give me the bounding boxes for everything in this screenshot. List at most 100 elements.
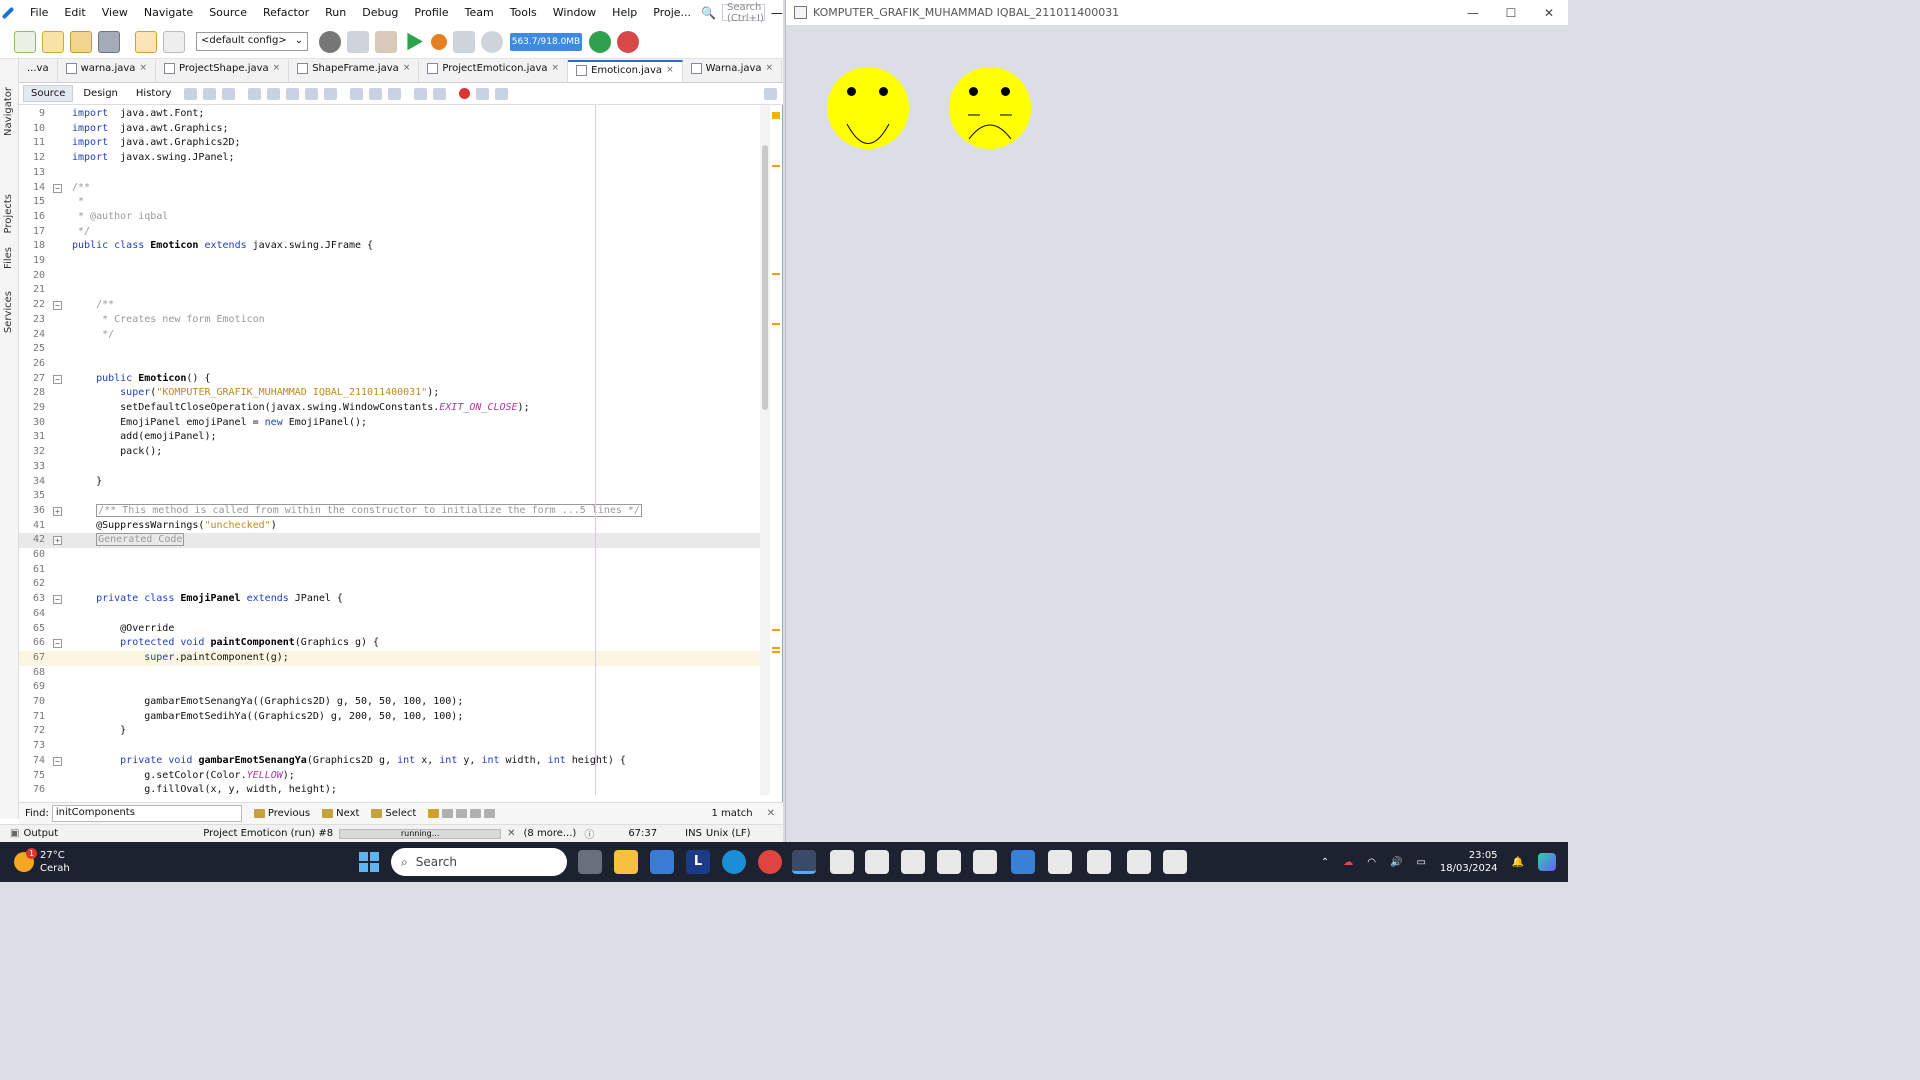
menu-team[interactable]: Team [457,6,502,19]
running-task-label[interactable]: Project Emoticon (run) #8 [203,828,333,839]
target-icon[interactable] [319,30,341,53]
code-line[interactable]: 73 [19,739,771,754]
close-tab-icon[interactable]: × [139,63,147,73]
store-icon[interactable] [650,850,674,874]
highlight-results-icon[interactable] [470,809,482,818]
menu-window[interactable]: Window [545,6,604,19]
side-tab-projects[interactable]: Projects [3,194,14,233]
code-line[interactable]: 18 public class Emoticon extends javax.sw… [19,239,771,254]
code-line[interactable]: 25 [19,342,771,357]
scrollbar-thumb[interactable] [762,145,768,410]
close-find-icon[interactable]: ✕ [767,808,775,819]
notifications-icon[interactable]: ⓘ [584,826,594,841]
java-app-icon[interactable] [1048,850,1072,874]
windows-start-icon[interactable] [359,852,379,872]
notepad-icon[interactable] [1011,850,1035,874]
design-mode-button[interactable]: Design [75,85,126,102]
last-edit-icon[interactable] [184,87,198,100]
java-app-icon[interactable] [937,850,961,874]
code-line[interactable]: 13 [19,166,771,181]
gc-icon[interactable] [589,30,611,53]
code-line[interactable]: 24 */ [19,328,771,343]
code-line[interactable]: 22− /** [19,298,771,313]
tab-warna[interactable]: Warna.java × [683,60,783,82]
code-line[interactable]: 63− private class EmojiPanel extends JPa… [19,592,771,607]
previous-bookmark-icon[interactable] [350,87,364,100]
expand-fold-icon[interactable]: + [53,536,62,546]
file-explorer-icon[interactable] [614,850,638,874]
code-line[interactable]: 29 setDefaultCloseOperation(javax.swing.… [19,401,771,416]
cancel-task-icon[interactable]: ✕ [507,828,515,839]
close-tab-icon[interactable]: × [403,63,411,73]
code-line[interactable]: 36 + /** This method is called from withi… [19,503,771,519]
task-view-icon[interactable] [578,850,602,874]
find-previous-button[interactable]: Previous [253,808,310,819]
output-tab[interactable]: Output [23,828,58,839]
side-tab-navigator[interactable]: Navigator [3,87,14,136]
onedrive-icon[interactable]: ☁ [1343,857,1353,868]
l-app-icon[interactable]: L [686,850,710,874]
code-line[interactable]: 66− protected void paintComponent(Graphi… [19,636,771,651]
history-mode-button[interactable]: History [128,85,180,102]
java-app-icon[interactable] [1127,850,1151,874]
menu-debug[interactable]: Debug [354,6,406,19]
save-all-icon[interactable] [98,30,120,53]
menu-source[interactable]: Source [201,6,255,19]
new-file-icon[interactable] [14,30,36,53]
close-tab-icon[interactable]: × [273,63,281,73]
whole-words-icon[interactable] [442,809,454,818]
code-line[interactable]: 9 import java.awt.Font; [19,107,771,122]
code-line[interactable]: 26 [19,357,771,372]
start-macro-icon[interactable] [459,88,471,99]
code-line[interactable]: 12 import javax.swing.JPanel; [19,151,771,166]
tab-projectshape[interactable]: ProjectShape.java × [156,60,290,82]
find-next-icon[interactable] [286,87,300,100]
collapse-fold-icon[interactable]: − [53,639,62,649]
collapse-fold-icon[interactable]: − [53,756,62,766]
code-line[interactable]: 61 [19,563,771,578]
notification-icon[interactable]: 🔔 [1512,857,1524,868]
open-project-icon[interactable] [70,30,92,53]
expand-fold-icon[interactable]: + [53,506,62,516]
close-icon[interactable]: ✕ [1530,6,1568,20]
comment-icon[interactable] [495,87,509,100]
tab-projectemoticon[interactable]: ProjectEmoticon.java × [419,60,569,82]
code-line[interactable]: 14−/** [19,181,771,196]
netbeans-taskbar-icon[interactable] [792,850,816,874]
match-case-icon[interactable] [428,809,440,818]
copilot-icon[interactable] [1538,853,1556,871]
code-line[interactable]: 68 [19,666,771,681]
code-line[interactable]: 21 [19,283,771,298]
code-line[interactable]: 67 super.paintComponent(g); [19,650,771,666]
java-app-icon[interactable] [973,850,997,874]
menu-project[interactable]: Proje... [645,6,699,19]
shift-right-icon[interactable] [433,87,447,100]
code-line[interactable]: 70 gambarEmotSenangYa((Graphics2D) g, 50… [19,695,771,710]
next-bookmark-icon[interactable] [369,87,383,100]
code-line[interactable]: 31 add(emojiPanel); [19,430,771,445]
menu-run[interactable]: Run [317,6,354,19]
code-line[interactable]: 19 [19,254,771,269]
collapse-fold-icon[interactable]: − [53,183,62,193]
code-line[interactable]: 75 g.setColor(Color.YELLOW); [19,769,771,784]
code-line[interactable]: 32 pack(); [19,445,771,460]
wrap-around-icon[interactable] [484,809,496,818]
code-line[interactable]: 17 */ [19,225,771,240]
java-app-icon[interactable] [1163,850,1187,874]
find-next-button[interactable]: Next [322,808,359,819]
menu-view[interactable]: View [94,6,136,19]
tab-truncated[interactable]: ...va [19,60,58,82]
toggle-bookmark-icon[interactable] [388,87,402,100]
code-editor[interactable]: 9 import java.awt.Font; 10 import java.awt.… [19,105,771,795]
shift-left-icon[interactable] [414,87,428,100]
toggle-rect-select-icon[interactable] [324,87,338,100]
code-line[interactable]: 35 [19,489,771,504]
new-project-icon[interactable] [42,30,64,53]
show-hidden-icons-icon[interactable]: ⌃ [1321,857,1329,868]
java-app-icon[interactable] [1087,850,1111,874]
redo-icon[interactable] [163,30,185,53]
tab-warna-lower[interactable]: warna.java × [58,60,156,82]
battery-icon[interactable]: ▭ [1416,857,1425,868]
code-line[interactable]: 28 super("KOMPUTER_GRAFIK_MUHAMMAD IQBAL… [19,386,771,401]
code-line[interactable]: 41 @SuppressWarnings("unchecked") [19,519,771,534]
